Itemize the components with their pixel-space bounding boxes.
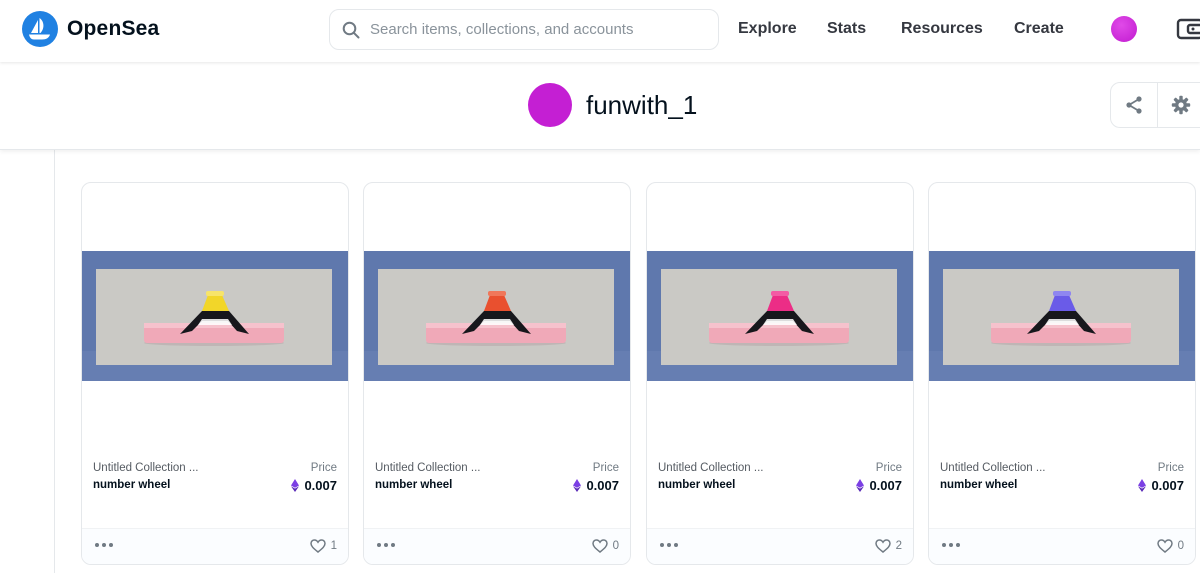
item-name[interactable]: number wheel [93,479,170,491]
price-value: 0.007 [586,478,619,493]
settings-button[interactable] [1157,83,1200,127]
profile-avatar [528,83,572,127]
favorite-button[interactable]: 0 [591,539,619,553]
ethereum-icon [856,479,865,492]
card-footer: 0 [364,528,630,564]
item-image[interactable] [929,251,1195,381]
price-label: Price [310,462,337,474]
collection-name[interactable]: Untitled Collection ... [93,462,198,474]
item-info: Untitled Collection ... number wheel Pri… [929,461,1195,521]
item-name[interactable]: number wheel [658,479,735,491]
item-card[interactable]: Untitled Collection ... number wheel Pri… [81,182,349,565]
top-navigation: OpenSea Explore Stats Resources Create [0,0,1200,62]
more-options-icon[interactable] [942,543,960,549]
card-footer: 0 [929,528,1195,564]
items-grid: Untitled Collection ... number wheel Pri… [81,182,1200,573]
favorite-button[interactable]: 2 [874,539,902,553]
search-input[interactable] [370,21,718,38]
more-options-icon[interactable] [377,543,395,549]
favorite-count: 0 [612,540,619,552]
share-icon [1126,96,1142,114]
item-info: Untitled Collection ... number wheel Pri… [647,461,913,521]
card-footer: 1 [82,528,348,564]
item-name[interactable]: number wheel [940,479,1017,491]
item-name[interactable]: number wheel [375,479,452,491]
heart-icon [1156,539,1173,553]
favorite-count: 0 [1177,540,1184,552]
price-label: Price [1157,462,1184,474]
price-label: Price [875,462,902,474]
favorite-count: 2 [895,540,902,552]
price: 0.007 [1138,478,1184,493]
ethereum-icon [291,479,300,492]
more-options-icon[interactable] [660,543,678,549]
account-avatar-button[interactable] [1111,16,1137,42]
price: 0.007 [291,478,337,493]
nav-explore[interactable]: Explore [738,0,797,58]
favorite-count: 1 [330,540,337,552]
price-label: Price [592,462,619,474]
heart-icon [874,539,891,553]
price: 0.007 [573,478,619,493]
wallet-icon[interactable] [1176,17,1200,41]
nav-create[interactable]: Create [1014,0,1064,58]
price: 0.007 [856,478,902,493]
heart-icon [591,539,608,553]
collection-name[interactable]: Untitled Collection ... [940,462,1045,474]
ethereum-icon [1138,479,1147,492]
collection-name[interactable]: Untitled Collection ... [375,462,480,474]
item-info: Untitled Collection ... number wheel Pri… [364,461,630,521]
price-value: 0.007 [869,478,902,493]
opensea-logo-icon [22,11,58,47]
favorite-button[interactable]: 1 [309,539,337,553]
item-card[interactable]: Untitled Collection ... number wheel Pri… [928,182,1196,565]
more-options-icon[interactable] [95,543,113,549]
search-icon [342,21,360,38]
collection-name[interactable]: Untitled Collection ... [658,462,763,474]
favorite-button[interactable]: 0 [1156,539,1184,553]
item-image[interactable] [364,251,630,381]
nav-resources[interactable]: Resources [901,0,983,58]
card-footer: 2 [647,528,913,564]
ethereum-icon [573,479,582,492]
nav-stats[interactable]: Stats [827,0,866,58]
sidebar-divider [54,150,55,573]
brand-logo-link[interactable]: OpenSea [22,11,159,47]
price-value: 0.007 [304,478,337,493]
share-button[interactable] [1111,83,1157,127]
profile-username: funwith_1 [586,90,698,120]
brand-name: OpenSea [67,17,160,40]
item-image[interactable] [647,251,913,381]
price-value: 0.007 [1151,478,1184,493]
profile-actions [1110,82,1200,128]
heart-icon [309,539,326,553]
item-card[interactable]: Untitled Collection ... number wheel Pri… [363,182,631,565]
search-bar[interactable] [329,9,719,50]
item-card[interactable]: Untitled Collection ... number wheel Pri… [646,182,914,565]
profile-header: funwith_1 [0,62,1200,150]
gear-icon [1171,95,1190,115]
item-image[interactable] [82,251,348,381]
item-info: Untitled Collection ... number wheel Pri… [82,461,348,521]
